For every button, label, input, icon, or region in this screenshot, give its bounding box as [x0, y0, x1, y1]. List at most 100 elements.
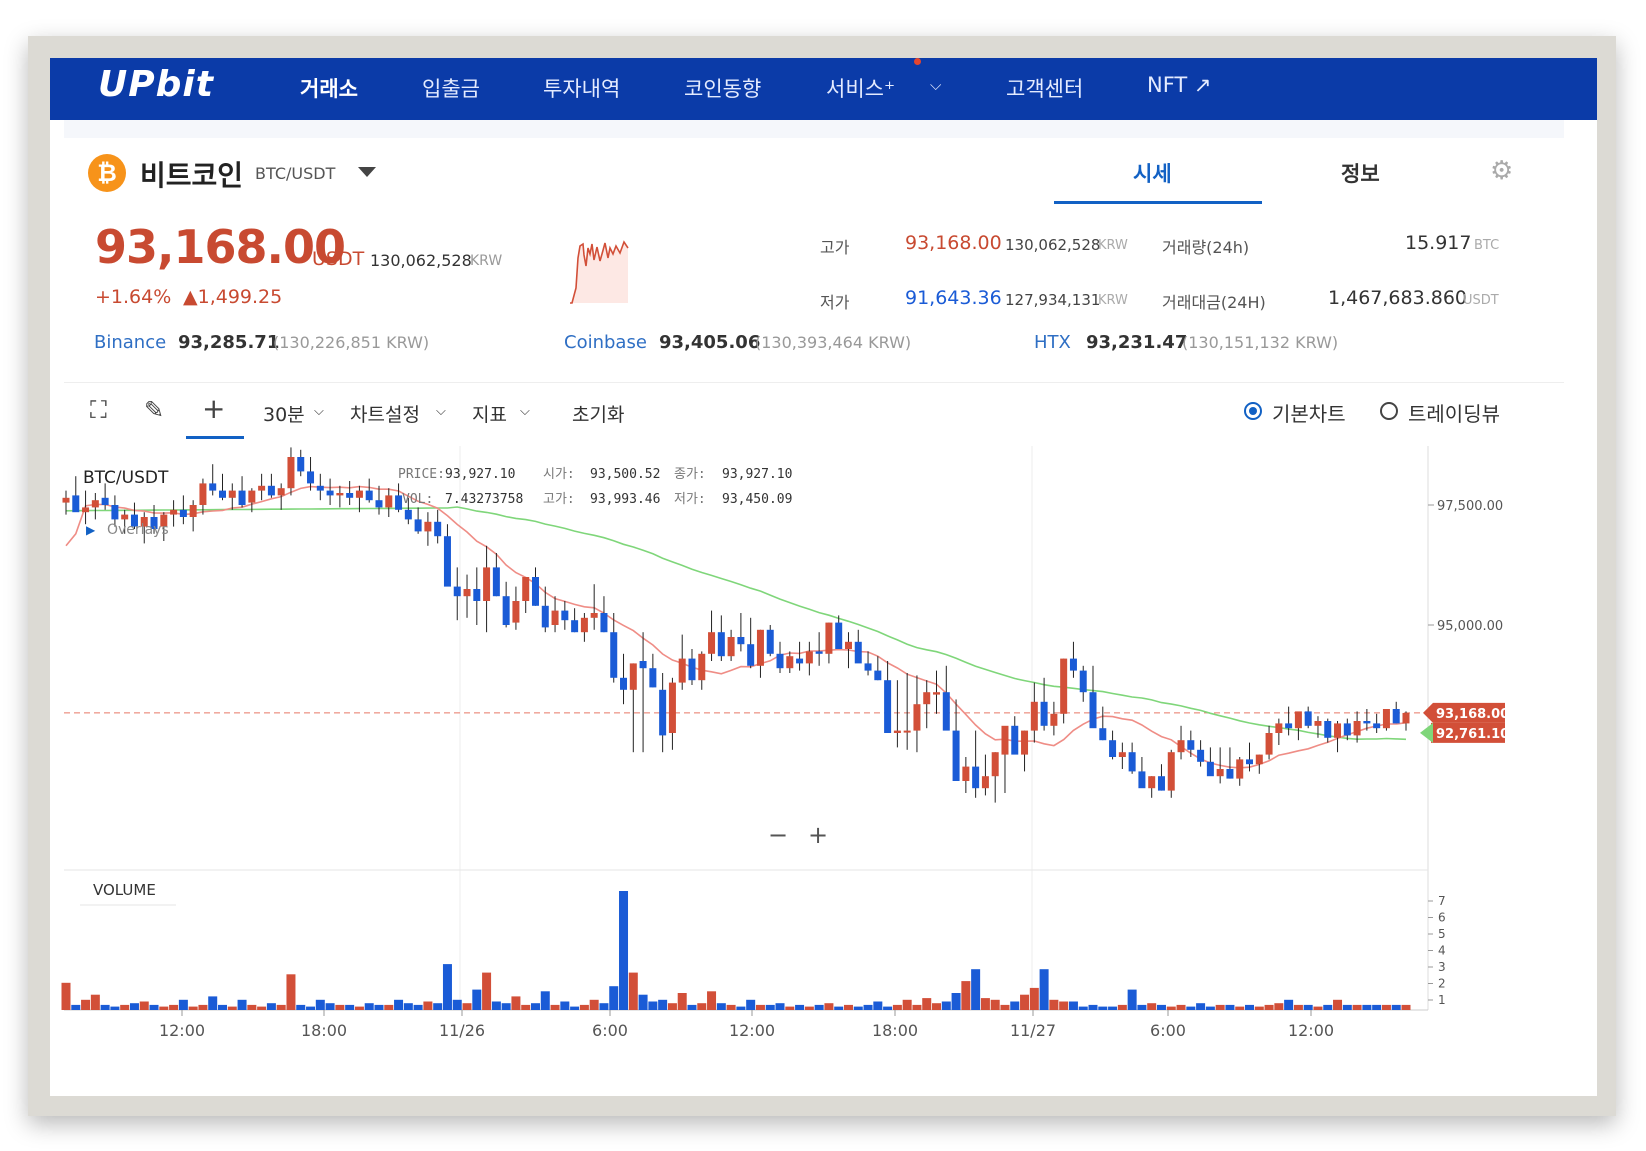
volume-bar	[599, 1003, 609, 1010]
last-price-tag: 93,168.00	[1423, 702, 1509, 723]
volume-bar	[442, 964, 452, 1010]
candle	[1373, 723, 1381, 729]
candle	[375, 500, 383, 508]
ohlc-close-label: 종가:	[674, 467, 706, 482]
x-tick-label: 12:00	[729, 1021, 775, 1040]
candle	[1216, 769, 1224, 777]
volume-bar	[971, 969, 981, 1010]
candle	[258, 485, 266, 491]
volume-bar	[1098, 1006, 1108, 1010]
volume-bar	[1147, 1003, 1157, 1010]
volume-bar	[345, 1004, 355, 1010]
candle	[267, 485, 275, 496]
candle	[1353, 721, 1361, 736]
candle	[571, 620, 579, 633]
triangle-right-icon[interactable]: ▶	[86, 523, 96, 537]
volume-bar	[149, 1004, 159, 1010]
candle	[111, 505, 119, 520]
candle	[981, 776, 989, 789]
volume-bar	[100, 1004, 110, 1010]
candle	[385, 495, 393, 508]
candle	[316, 485, 324, 491]
candle	[453, 586, 461, 597]
volume-bar	[1059, 1001, 1069, 1010]
ohlc-price-label: PRICE:	[398, 467, 445, 482]
volume-bar	[540, 991, 550, 1010]
volume-bar	[980, 998, 990, 1010]
zoom-out-button[interactable]: −	[768, 821, 788, 849]
candle	[991, 752, 999, 777]
candle	[531, 577, 539, 606]
volume-bar	[853, 1006, 863, 1010]
candle	[228, 490, 236, 498]
candle	[580, 617, 588, 633]
candle	[1030, 701, 1038, 731]
candle	[82, 507, 90, 513]
volume-bar	[648, 1001, 658, 1010]
volume-bar	[726, 1004, 736, 1010]
volume-bar	[257, 1006, 267, 1010]
volume-bar	[501, 1003, 511, 1010]
volume-bar	[208, 996, 218, 1010]
ohlc-open-label: 시가:	[543, 467, 575, 482]
volume-bar	[227, 1006, 237, 1010]
candle	[483, 567, 491, 601]
volume-bar	[570, 1006, 580, 1010]
candle	[336, 493, 344, 496]
candle	[649, 668, 657, 688]
ohlc-vol: 7.43273758	[445, 492, 523, 507]
volume-bar	[863, 1004, 873, 1010]
price-chart[interactable]: 97,500.00 95,000.00 93,168.00 92,761.10 …	[50, 58, 1597, 1096]
candle	[1226, 769, 1234, 779]
ohlc-vol-label: VOL:	[402, 492, 433, 507]
app-window: UPbit 거래소 입출금 투자내역 코인동향 서비스⁺ ⌵ 고객센터 NFT …	[50, 58, 1597, 1096]
volume-bar	[677, 993, 687, 1010]
volume-bar	[296, 1004, 306, 1010]
volume-bar	[198, 1004, 208, 1010]
volume-bar	[306, 1006, 316, 1010]
candle	[1392, 709, 1400, 724]
volume-bar	[902, 999, 912, 1010]
candle	[1079, 670, 1087, 693]
volume-bar	[315, 999, 325, 1010]
volume-bar	[452, 999, 462, 1010]
candle	[844, 641, 852, 649]
candle	[1099, 728, 1107, 741]
candle	[1118, 752, 1126, 757]
volume-bar	[814, 1004, 824, 1010]
candle	[1285, 723, 1293, 729]
candle	[355, 490, 363, 498]
candle	[121, 514, 129, 520]
overlays-toggle[interactable]: Overlays	[107, 522, 169, 538]
ohlc-low: 93,450.09	[722, 492, 792, 507]
candle	[541, 605, 549, 628]
ma-long-line	[65, 506, 1407, 741]
volume-bar	[1284, 999, 1294, 1010]
candle	[864, 663, 872, 671]
volume-bar	[178, 999, 188, 1010]
candle	[1402, 712, 1410, 724]
candle	[434, 521, 442, 537]
volume-bar	[1020, 994, 1030, 1010]
volume-bar	[775, 1003, 785, 1010]
candle	[590, 613, 598, 618]
volume-bar	[139, 1001, 149, 1010]
volume-bar	[990, 999, 1000, 1010]
volume-bar	[785, 1006, 795, 1010]
x-tick-label: 11/27	[1010, 1021, 1056, 1040]
candle	[1324, 721, 1332, 738]
candle	[522, 577, 530, 601]
volume-bar	[1323, 1004, 1333, 1010]
volume-bar	[1362, 1004, 1372, 1010]
candle	[62, 497, 70, 503]
volume-bar	[716, 1003, 726, 1010]
volume-bar	[530, 1003, 540, 1010]
candle	[933, 692, 941, 695]
candle	[756, 629, 764, 666]
volume-bar	[824, 1003, 834, 1010]
volume-bar	[1225, 1004, 1235, 1010]
zoom-in-button[interactable]: +	[808, 821, 828, 849]
volume-bar	[560, 1001, 570, 1010]
ohlc-high: 93,993.46	[590, 492, 660, 507]
volume-bar	[638, 994, 648, 1010]
